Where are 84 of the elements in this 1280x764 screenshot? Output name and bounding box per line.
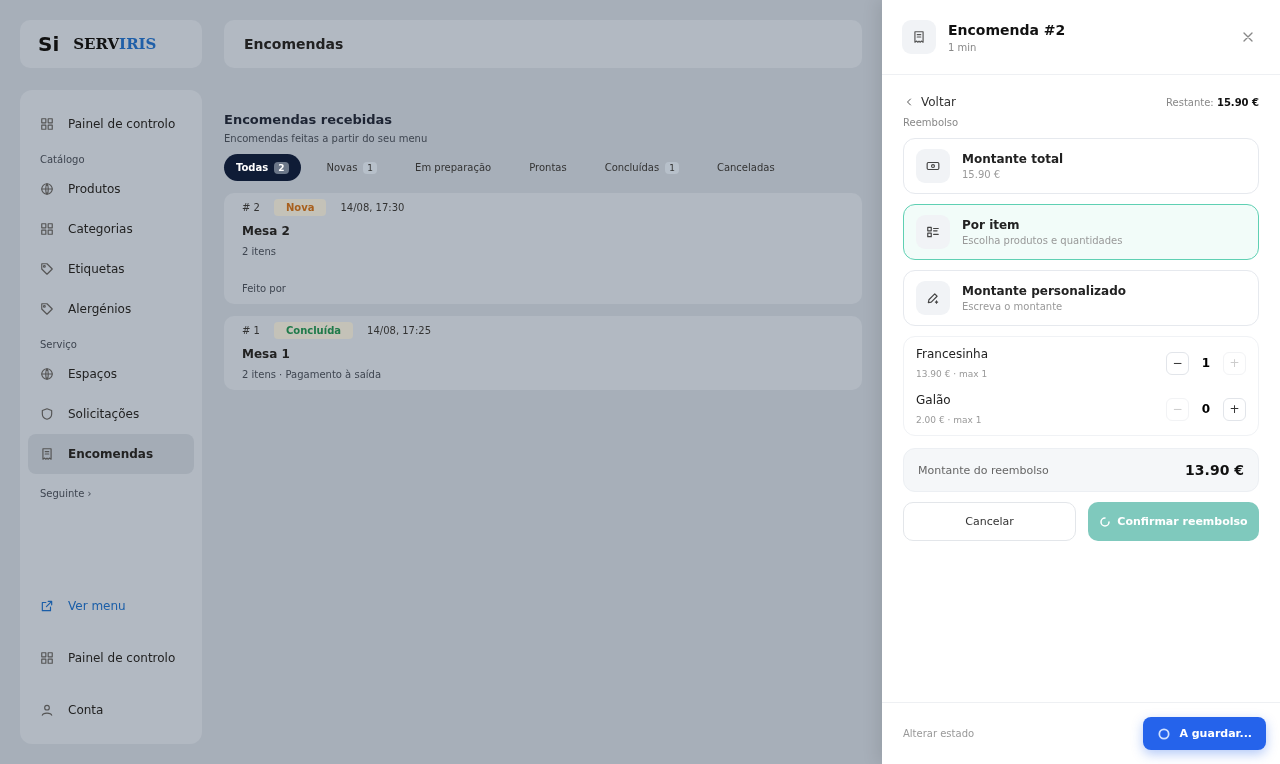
- more-link[interactable]: Seguinte ›: [28, 474, 194, 513]
- panel-title: Encomenda #2: [948, 21, 1066, 38]
- grid-icon: [40, 651, 54, 665]
- filter-tab[interactable]: Concluídas 1: [592, 154, 691, 181]
- refund-option[interactable]: Montante total 15.90 €: [903, 138, 1259, 194]
- sidebar-item[interactable]: Painel de controlo: [28, 104, 194, 144]
- option-subtitle: Escolha produtos e quantidades: [962, 235, 1123, 246]
- order-card[interactable]: # 1 Concluída 14/08, 17:25 Mesa 1 2 itens · Pagamento à saída: [224, 316, 862, 390]
- external-link-icon: [40, 599, 54, 613]
- globe-icon: [40, 367, 54, 381]
- status-tag: Nova: [273, 199, 327, 216]
- sidebar-item[interactable]: Alergénios: [28, 289, 194, 329]
- item-name: Francesinha: [916, 347, 989, 361]
- item-price: 2.00 € · max 1: [916, 415, 982, 425]
- decrease-button[interactable]: −: [1166, 351, 1189, 375]
- option-subtitle: Escreva o montante: [962, 301, 1064, 312]
- order-detail: 2 itens · Pagamento à saída: [242, 369, 382, 380]
- total-value: 13.90 €: [1185, 462, 1244, 478]
- refund-option[interactable]: Por item Escolha produtos e quantidades: [903, 204, 1259, 260]
- order-table: Mesa 2: [242, 224, 844, 238]
- globe-icon: [40, 182, 54, 196]
- order-time: 14/08, 17:30: [340, 202, 405, 213]
- section-label: Reembolso: [903, 117, 960, 128]
- tag-icon: [40, 302, 54, 316]
- pen-icon: [926, 291, 940, 305]
- item-price: 13.90 € · max 1: [916, 369, 989, 379]
- spinner-icon: [1157, 726, 1172, 741]
- user-icon: [40, 703, 54, 717]
- banknote-icon: [926, 159, 940, 173]
- tag-icon: [40, 262, 54, 276]
- quantity: 0: [1200, 402, 1212, 416]
- item-name: Galão: [916, 393, 952, 407]
- order-card[interactable]: # 2 Nova 14/08, 17:30 Mesa 2 2 itens Feito por: [224, 193, 862, 304]
- list-icon: [926, 225, 940, 239]
- sidebar-item[interactable]: Solicitações: [28, 394, 194, 434]
- grid-icon: [40, 117, 54, 131]
- sidebar-item[interactable]: Categorias: [28, 209, 194, 249]
- count-badge: 2: [274, 161, 289, 174]
- receipt-icon: [40, 447, 54, 461]
- section-title: Encomendas recebidas: [224, 112, 394, 127]
- order-footer: Feito por: [242, 283, 844, 294]
- sidebar-item[interactable]: Painel de controlo: [28, 638, 194, 678]
- sidebar-item[interactable]: Produtos: [28, 169, 194, 209]
- back-button[interactable]: Voltar: [903, 95, 956, 109]
- spinner-icon: [1099, 515, 1112, 528]
- quantity: 1: [1200, 356, 1212, 370]
- receipt-icon: [912, 30, 926, 44]
- order-table: Mesa 1: [242, 347, 844, 361]
- filter-tab[interactable]: Todas 2: [224, 154, 301, 181]
- page-title: Encomendas: [224, 20, 862, 68]
- logo-mark: Si: [38, 32, 60, 56]
- filter-tab[interactable]: Prontas: [517, 154, 579, 181]
- cancel-button[interactable]: Cancelar: [903, 502, 1076, 541]
- filter-tab[interactable]: Canceladas: [704, 154, 787, 181]
- footer-label: Alterar estado: [903, 728, 975, 739]
- order-number: # 1: [242, 325, 260, 336]
- order-number: # 2: [242, 202, 260, 213]
- option-subtitle: 15.90 €: [962, 169, 1002, 180]
- order-detail: 2 itens: [242, 246, 277, 257]
- section-subtitle: Encomendas feitas a partir do seu menu: [224, 133, 429, 144]
- filter-tab[interactable]: Em preparação: [403, 154, 504, 181]
- brand-name: SERVIRIS: [73, 35, 157, 53]
- shield-icon: [40, 407, 54, 421]
- sidebar-heading: Catálogo: [39, 153, 86, 167]
- count-badge: 1: [665, 161, 679, 174]
- grid-icon: [40, 222, 54, 236]
- increase-button[interactable]: +: [1223, 397, 1246, 421]
- filter-tab[interactable]: Novas 1: [314, 154, 390, 181]
- sidebar-item[interactable]: Espaços: [28, 354, 194, 394]
- option-title: Montante total: [962, 152, 1064, 166]
- sidebar-item[interactable]: Etiquetas: [28, 249, 194, 289]
- saving-toast: A guardar...: [1143, 717, 1266, 750]
- sidebar-item[interactable]: Encomendas: [28, 434, 194, 474]
- status-tag: Concluída: [273, 322, 354, 339]
- panel-subtitle: 1 min: [948, 41, 978, 53]
- total-label: Montante do reembolso: [918, 463, 1049, 477]
- refund-option[interactable]: Montante personalizado Escreva o montante: [903, 270, 1259, 326]
- order-time: 14/08, 17:25: [367, 325, 432, 336]
- option-title: Montante personalizado: [962, 284, 1126, 298]
- option-title: Por item: [962, 218, 1021, 232]
- sidebar-item[interactable]: Conta: [28, 690, 194, 730]
- remaining-amount: Restante: 15.90 €: [1166, 96, 1259, 108]
- sidebar-heading: Serviço: [39, 338, 78, 352]
- count-badge: 1: [363, 161, 378, 174]
